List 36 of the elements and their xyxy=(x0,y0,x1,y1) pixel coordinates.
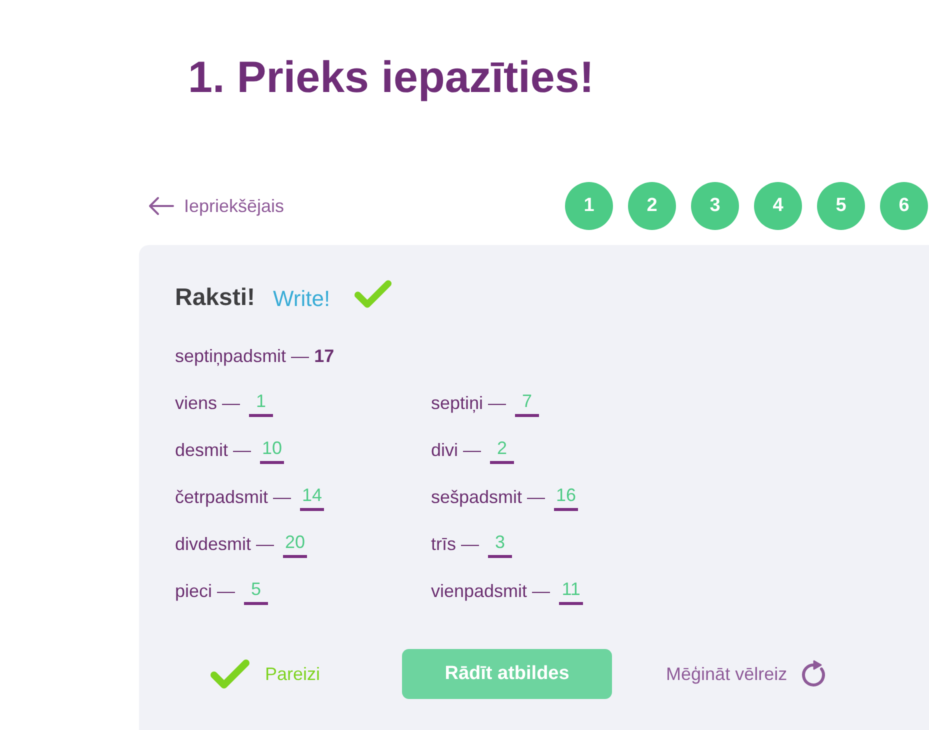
number-word: sešpadsmit — xyxy=(431,486,546,509)
number-word: divi — xyxy=(431,438,482,462)
exercise-heading: Raksti! xyxy=(175,283,256,313)
arrow-left-icon xyxy=(148,196,174,216)
answer-field[interactable]: 11 xyxy=(559,577,584,605)
retry-button[interactable]: Mēģināt vēlreiz xyxy=(666,660,828,688)
page-number-button[interactable]: 2 xyxy=(628,182,676,230)
answer-field[interactable]: 3 xyxy=(488,530,512,558)
page-number-button[interactable]: 5 xyxy=(817,182,865,230)
number-word: septiņi — xyxy=(431,392,506,415)
show-answers-button[interactable]: Rādīt atbildes xyxy=(402,649,612,699)
number-word: pieci — xyxy=(175,580,236,603)
exercise-translation: Write! xyxy=(273,284,330,312)
number-word: vienpadsmit — xyxy=(431,580,550,603)
answer-field[interactable]: 20 xyxy=(283,530,308,558)
number-word: četrpadsmit — xyxy=(175,486,292,509)
number-word: desmit — xyxy=(175,438,252,462)
page-title: 1. Prieks iepazīties! xyxy=(188,52,594,104)
answer-field[interactable]: 1 xyxy=(249,389,274,417)
number-word: divdesmit — xyxy=(175,532,274,556)
page-number-button[interactable]: 6 xyxy=(880,182,928,230)
answer-field[interactable]: 2 xyxy=(490,436,514,464)
previous-link[interactable]: Iepriekšējais xyxy=(148,192,284,220)
number-word: trīs — xyxy=(431,532,479,556)
number-word: viens — xyxy=(175,392,240,414)
answer-field[interactable]: 7 xyxy=(515,389,540,417)
result-label: Pareizi xyxy=(265,662,320,686)
page-number-button[interactable]: 4 xyxy=(754,182,802,230)
page-number-button[interactable]: 1 xyxy=(565,182,613,230)
answer-field[interactable]: 10 xyxy=(260,436,284,464)
answer-field[interactable]: 5 xyxy=(244,577,268,605)
answer-field[interactable]: 16 xyxy=(554,483,578,511)
page-number-button[interactable]: 3 xyxy=(691,182,739,230)
answer-field[interactable]: 14 xyxy=(300,483,324,511)
example-sentence: septiņpadsmit — 17 xyxy=(175,345,334,368)
refresh-icon xyxy=(801,660,828,688)
